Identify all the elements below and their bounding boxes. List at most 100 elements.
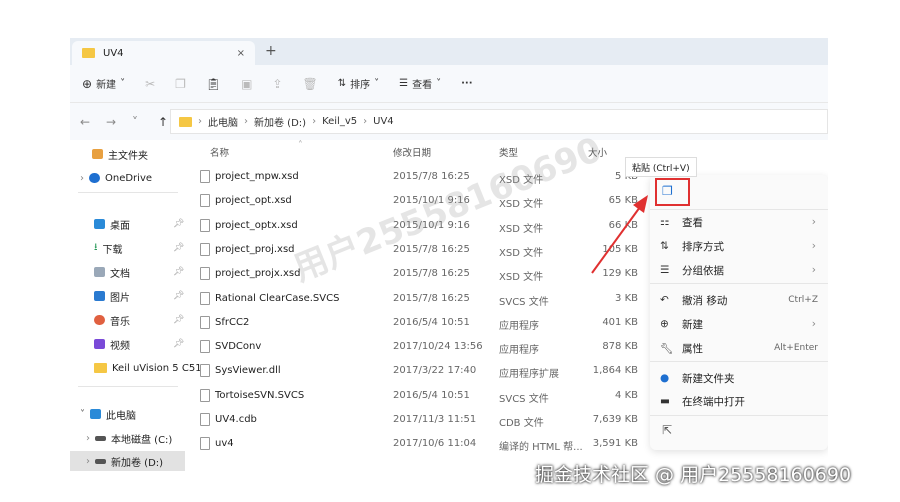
file-type: XSD 文件 xyxy=(499,247,544,259)
menu-item-label: 查看 xyxy=(682,216,703,229)
sidebar-item-keil[interactable]: Keil uVision 5 C51 xyxy=(94,358,202,378)
share-icon[interactable]: ⇱ xyxy=(662,423,672,437)
sidebar: 主文件夹 › OneDrive 桌面 📌︎ ⭳ 下载 📌︎ 文档 📌︎ 图片 📌︎ 音乐 📌︎… xyxy=(70,140,202,472)
sort-button[interactable]: ⇅ 排序 ˅ xyxy=(338,76,379,91)
sidebar-item-videos[interactable]: 视频 xyxy=(94,334,130,354)
file-name: SfrCC2 xyxy=(215,316,250,328)
breadcrumb[interactable]: › 此电脑 › 新加卷 (D:) › Keil_v5 › UV4 xyxy=(170,109,828,134)
file-row[interactable]: TortoiseSVN.SVCS 2016/5/4 10:51 SVCS 文件 4 K… xyxy=(190,384,650,408)
file-date: 2017/10/24 13:56 xyxy=(393,341,483,353)
back-button[interactable]: ← xyxy=(80,115,96,129)
forward-button[interactable]: → xyxy=(106,115,122,129)
new-tab-button[interactable]: + xyxy=(265,43,277,59)
rename-button[interactable]: ▣ xyxy=(241,77,252,91)
file-date: 2015/7/8 16:25 xyxy=(393,292,470,304)
sidebar-item-downloads[interactable]: ⭳ 下载 xyxy=(94,238,123,258)
menu-item-label: 排序方式 xyxy=(682,240,724,253)
folder-icon xyxy=(94,363,107,373)
recent-button[interactable]: ˅ xyxy=(132,115,148,129)
file-icon xyxy=(200,267,210,281)
file-explorer-window: UV4 × + ⊕ 新建 ˅ ✂ ❐ 📋︎ ▣ ⇪ 🗑︎ ⇅ 排序 ˅ ☰ 查看 ˅ ·… xyxy=(70,38,828,472)
column-header-date[interactable]: 修改日期 xyxy=(393,145,431,159)
pin-icon[interactable]: 📌︎ xyxy=(173,291,184,301)
column-header-name[interactable]: 名称 xyxy=(210,145,229,159)
file-name: project_mpw.xsd xyxy=(215,171,299,182)
undo-icon: ↶ xyxy=(660,294,669,306)
view-button[interactable]: ☰ 查看 ˅ xyxy=(399,76,441,91)
file-row[interactable]: SVDConv 2017/10/24 13:56 应用程序 878 KB xyxy=(190,335,650,359)
sidebar-item-music[interactable]: 音乐 xyxy=(94,310,130,330)
menu-item[interactable]: ⇅ 排序方式 › xyxy=(660,235,818,257)
file-size: 878 KB xyxy=(602,341,638,353)
sidebar-item-this-pc[interactable]: ˅ 此电脑 xyxy=(80,404,136,424)
red-arrow xyxy=(591,195,648,274)
sidebar-item-home[interactable]: 主文件夹 xyxy=(92,144,148,164)
file-name: TortoiseSVN.SVCS xyxy=(215,389,305,401)
file-name: Rational ClearCase.SVCS xyxy=(215,292,340,304)
breadcrumb-item[interactable]: UV4 xyxy=(373,116,394,127)
file-type: 应用程序扩展 xyxy=(499,369,559,381)
file-row[interactable]: Rational ClearCase.SVCS 2015/7/8 16:25 SVC… xyxy=(190,287,650,311)
sort-label: 排序 xyxy=(350,80,371,91)
file-row[interactable]: SfrCC2 2016/5/4 10:51 应用程序 401 KB xyxy=(190,311,650,335)
sidebar-item-documents[interactable]: 文档 xyxy=(94,262,130,282)
sort-arrow-icon: ˄ xyxy=(298,140,303,151)
file-name: project_optx.xsd xyxy=(215,219,298,231)
breadcrumb-item[interactable]: 此电脑 xyxy=(208,114,238,129)
download-icon: ⭳ xyxy=(94,241,98,253)
sidebar-item-pictures[interactable]: 图片 xyxy=(94,286,130,306)
sidebar-item-drive-c[interactable]: › 本地磁盘 (C:) xyxy=(86,428,172,448)
pin-icon[interactable]: 📌︎ xyxy=(173,339,184,349)
delete-button[interactable]: 🗑︎ xyxy=(303,77,318,91)
new-folder-icon: ● xyxy=(660,372,670,384)
menu-item[interactable]: ⚏ 查看 › xyxy=(660,211,818,233)
pin-icon[interactable]: 📌︎ xyxy=(173,243,184,253)
menu-item[interactable]: ↶ 撤消 移动 Ctrl+Z xyxy=(660,289,818,311)
file-name: SVDConv xyxy=(215,341,262,353)
menu-item[interactable]: ▬ 在终端中打开 xyxy=(660,390,818,412)
menu-item[interactable]: ☰ 分组依据 › xyxy=(660,259,818,281)
file-row[interactable]: UV4.cdb 2017/11/3 11:51 CDB 文件 7,639 KB xyxy=(190,408,650,432)
cut-button[interactable]: ✂ xyxy=(145,77,155,91)
pin-icon[interactable]: 📌︎ xyxy=(173,219,184,229)
tab-uv4[interactable]: UV4 × xyxy=(72,41,255,65)
file-type: 应用程序 xyxy=(499,345,539,357)
file-date: 2016/5/4 10:51 xyxy=(393,316,470,328)
pin-icon[interactable]: 📌︎ xyxy=(173,267,184,277)
menu-item-label: 新建文件夹 xyxy=(682,372,735,385)
file-name: uv4 xyxy=(215,438,234,450)
file-size: 3 KB xyxy=(615,292,638,304)
menu-item[interactable]: 🔧︎ 属性 Alt+Enter xyxy=(660,337,818,359)
new-label: 新建 xyxy=(96,80,117,91)
file-row[interactable]: uv4 2017/10/6 11:04 编译的 HTML 帮... 3,591 KB xyxy=(190,432,650,456)
file-date: 2017/11/3 11:51 xyxy=(393,414,477,425)
file-name: project_proj.xsd xyxy=(215,243,295,255)
pin-icon[interactable]: 📌︎ xyxy=(173,315,184,325)
file-icon xyxy=(200,218,210,232)
menu-item[interactable]: ⊕ 新建 › xyxy=(660,313,818,335)
paste-button[interactable]: 📋︎ xyxy=(206,77,221,91)
sidebar-item-drive-d[interactable]: › 新加卷 (D:) xyxy=(70,451,185,471)
file-size: 1,864 KB xyxy=(592,365,638,377)
close-tab-button[interactable]: × xyxy=(237,48,245,59)
breadcrumb-item[interactable]: Keil_v5 xyxy=(322,116,357,127)
context-menu: ❐ ⚏ 查看 › ⇅ 排序方式 › ☰ 分组依据 › ↶ 撤消 移动 Ctrl+Z ⊕ 新建 › 🔧︎ 属性 Al… xyxy=(650,175,828,450)
computer-icon xyxy=(90,409,101,419)
sidebar-item-onedrive[interactable]: › OneDrive xyxy=(80,168,152,188)
file-name: project_opt.xsd xyxy=(215,195,292,207)
new-button[interactable]: ⊕ 新建 ˅ xyxy=(82,76,125,92)
drive-icon xyxy=(95,458,106,464)
file-row[interactable]: project_projx.xsd 2015/7/8 16:25 XSD 文件 129… xyxy=(190,262,650,286)
file-icon xyxy=(200,340,210,354)
breadcrumb-item[interactable]: 新加卷 (D:) xyxy=(254,114,306,129)
sidebar-item-desktop[interactable]: 桌面 xyxy=(94,214,130,234)
copy-button[interactable]: ❐ xyxy=(175,77,186,91)
file-row[interactable]: SysViewer.dll 2017/3/22 17:40 应用程序扩展 1,864 … xyxy=(190,359,650,383)
file-icon xyxy=(200,437,210,451)
menu-item[interactable]: ● 新建文件夹 xyxy=(660,367,818,389)
share-button[interactable]: ⇪ xyxy=(272,77,282,91)
file-name: UV4.cdb xyxy=(215,414,257,425)
more-button[interactable]: ··· xyxy=(461,78,472,89)
menu-item-shortcut: Ctrl+Z xyxy=(788,295,818,305)
footer-watermark: 掘金技术社区 @ 用户25558160690 xyxy=(535,464,852,486)
